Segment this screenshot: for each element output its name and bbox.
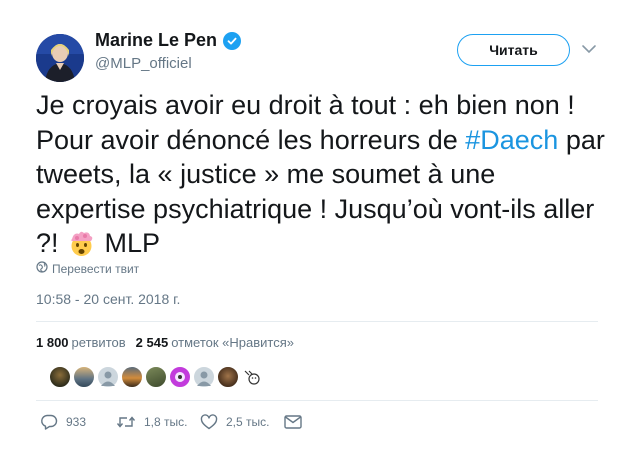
retweet-count[interactable]: 1,8 тыс.: [144, 415, 187, 429]
chevron-down-icon[interactable]: [580, 42, 598, 56]
divider: [36, 321, 598, 322]
retweets-label[interactable]: ретвитов: [72, 335, 126, 350]
likes-count[interactable]: 2 545: [136, 335, 169, 350]
heart-icon[interactable]: [200, 414, 218, 430]
retweets-stat[interactable]: 1 800 ретвитов: [36, 335, 126, 350]
reply-button[interactable]: 933: [40, 414, 116, 430]
liker-avatar-1[interactable]: [49, 366, 71, 388]
tweet-text: Je croyais avoir eu droit à tout : eh bi…: [36, 88, 606, 261]
follow-button[interactable]: Читать: [457, 34, 570, 66]
like-count[interactable]: 2,5 тыс.: [226, 415, 269, 429]
translate-label[interactable]: Перевести твит: [52, 262, 139, 276]
reply-count[interactable]: 933: [66, 415, 86, 429]
verified-badge-icon: [223, 31, 242, 50]
liker-avatar-9[interactable]: [241, 366, 263, 388]
retweets-count[interactable]: 1 800: [36, 335, 69, 350]
liker-avatar-8[interactable]: [217, 366, 239, 388]
liker-avatar-7[interactable]: [193, 366, 215, 388]
liker-avatar-5[interactable]: [145, 366, 167, 388]
direct-message-button[interactable]: [284, 415, 302, 429]
tweet-stats: 1 800 ретвитов 2 545 отметок «Нравится»: [36, 335, 294, 350]
divider: [36, 400, 598, 401]
author-handle[interactable]: @MLP_officiel: [95, 55, 192, 72]
liker-avatar-3[interactable]: [97, 366, 119, 388]
mind-blown-emoji-icon: [68, 230, 95, 257]
like-button[interactable]: 2,5 тыс.: [200, 414, 284, 430]
translate-link[interactable]: Перевести твит: [36, 261, 139, 276]
liker-avatar-6[interactable]: [169, 366, 191, 388]
likes-label[interactable]: отметок «Нравится»: [171, 335, 294, 350]
retweet-button[interactable]: 1,8 тыс.: [116, 414, 200, 430]
liker-avatars: [49, 366, 263, 388]
author-avatar[interactable]: [36, 34, 84, 82]
envelope-icon[interactable]: [284, 415, 302, 429]
globe-icon: [36, 261, 48, 276]
tweet-actions: 933 1,8 тыс. 2,5 тыс.: [36, 414, 302, 430]
author-name[interactable]: Marine Le Pen: [95, 30, 242, 51]
liker-avatar-4[interactable]: [121, 366, 143, 388]
reply-icon[interactable]: [40, 414, 58, 430]
hashtag-link[interactable]: #Daech: [465, 125, 558, 155]
tweet-signature: MLP: [97, 228, 161, 258]
tweet-timestamp[interactable]: 10:58 - 20 сент. 2018 г.: [36, 291, 180, 307]
retweet-icon[interactable]: [116, 414, 136, 430]
author-name-text[interactable]: Marine Le Pen: [95, 30, 217, 51]
likes-stat[interactable]: 2 545 отметок «Нравится»: [136, 335, 294, 350]
liker-avatar-2[interactable]: [73, 366, 95, 388]
